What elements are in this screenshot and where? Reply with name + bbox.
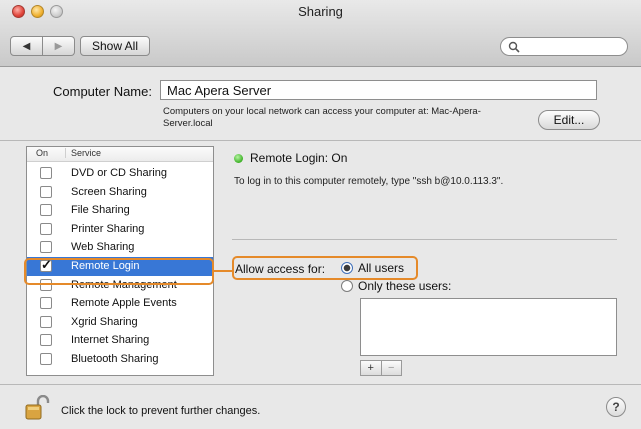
all-users-label[interactable]: All users [358,261,404,275]
search-field[interactable] [500,37,628,56]
service-checkbox[interactable] [40,353,52,365]
service-label: Printer Sharing [71,222,145,235]
allow-access-label: Allow access for: [235,262,326,276]
service-row[interactable]: File Sharing [27,201,213,220]
users-add-remove-group: + − [360,360,402,376]
service-checkbox[interactable] [40,257,52,273]
service-row[interactable]: Bluetooth Sharing [27,350,213,369]
title-bar: Sharing ◀ ▶ Show All [0,0,641,67]
sharing-window: Sharing ◀ ▶ Show All Computer Name: Mac … [0,0,641,429]
service-list: On Service DVD or CD Sharing Screen Shari… [26,146,214,376]
divider [0,140,641,141]
footer-divider [0,384,641,385]
service-label: Xgrid Sharing [71,315,138,328]
service-label: File Sharing [71,204,130,217]
service-label: Remote Apple Events [71,297,177,310]
show-all-button[interactable]: Show All [80,36,150,56]
nav-button-group: ◀ ▶ [10,36,75,58]
all-users-radio[interactable] [341,262,353,274]
chevron-right-icon: ▶ [54,40,63,52]
detail-divider [232,239,617,240]
service-row[interactable]: Web Sharing [27,238,213,257]
computer-name-label: Computer Name: [53,84,152,99]
login-hint: To log in to this computer remotely, typ… [234,176,504,187]
service-label: Internet Sharing [71,334,150,347]
forward-button[interactable]: ▶ [43,36,75,56]
remove-user-button[interactable]: − [381,360,402,376]
add-user-button[interactable]: + [360,360,382,376]
service-row[interactable]: Screen Sharing [27,183,213,202]
service-row[interactable]: Internet Sharing [27,331,213,350]
computer-name-input[interactable]: Mac Apera Server [160,80,597,100]
service-checkbox[interactable] [40,167,52,179]
service-label: Bluetooth Sharing [71,353,159,365]
status-indicator-icon [234,154,243,163]
service-label: DVD or CD Sharing [71,167,167,179]
back-button[interactable]: ◀ [10,36,43,56]
service-label: Screen Sharing [71,185,147,198]
lock-message: Click the lock to prevent further change… [61,405,261,417]
service-checkbox[interactable] [40,278,52,291]
service-checkbox[interactable] [40,204,52,217]
edit-button[interactable]: Edit... [538,110,600,130]
service-row[interactable]: Remote Apple Events [27,294,213,313]
service-checkbox[interactable] [40,334,52,347]
service-status: Remote Login: On [250,151,348,165]
highlight-connector [214,270,232,272]
computer-name-note: Computers on your local network can acce… [163,106,481,129]
help-button[interactable]: ? [606,397,626,417]
service-checkbox[interactable] [40,315,52,328]
service-row[interactable]: Xgrid Sharing [27,313,213,332]
service-row[interactable]: Remote Login [27,257,213,276]
only-these-users-label[interactable]: Only these users: [358,279,451,293]
lock-icon[interactable] [24,394,54,426]
service-label: Remote Management [71,278,177,291]
only-these-users-radio[interactable] [341,280,353,292]
column-header-on[interactable]: On [36,148,48,158]
search-icon [508,41,520,53]
column-header-service[interactable]: Service [65,148,101,158]
service-checkbox[interactable] [40,297,52,310]
service-label: Web Sharing [71,241,135,254]
window-title: Sharing [298,4,343,19]
service-checkbox[interactable] [40,185,52,198]
users-list[interactable] [360,298,617,356]
service-row[interactable]: Printer Sharing [27,220,213,239]
service-label: Remote Login [71,260,140,272]
service-row[interactable]: DVD or CD Sharing [27,164,213,183]
service-row[interactable]: Remote Management [27,276,213,295]
service-list-header: On Service [27,147,213,162]
service-checkbox[interactable] [40,222,52,235]
chevron-left-icon: ◀ [22,40,31,52]
service-checkbox[interactable] [40,241,52,254]
